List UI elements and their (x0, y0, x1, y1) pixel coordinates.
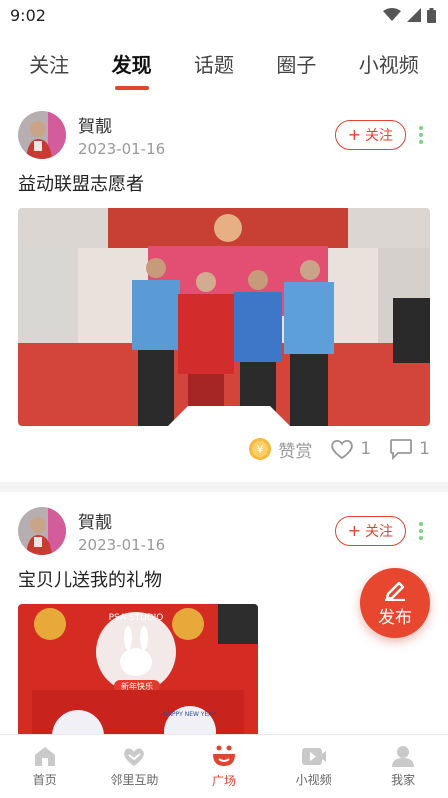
nav-label: 邻里互助 (110, 773, 159, 787)
photo-text-badge: 新年快乐 (121, 681, 153, 691)
follow-label: 关注 (365, 128, 393, 144)
status-icons (383, 7, 436, 23)
post-meta: 賀靓 2023-01-16 (78, 112, 335, 158)
plus-icon: + (347, 125, 361, 144)
reward-button[interactable]: ¥ 赞赏 (248, 437, 312, 462)
nav-square[interactable]: 广场 (184, 744, 264, 789)
status-bar: 9:02 (0, 0, 448, 30)
nav-neighbor-help[interactable]: 邻里互助 (94, 745, 174, 788)
post-date: 2023-01-16 (78, 536, 166, 554)
post-date: 2023-01-16 (78, 140, 166, 158)
nav-label: 首页 (32, 773, 57, 787)
heart-icon (331, 439, 354, 460)
signal-icon (407, 8, 421, 22)
post-actions: ¥ 赞赏 1 1 (18, 426, 430, 472)
reward-label: 赞赏 (278, 441, 313, 462)
bottom-nav: 首页 邻里互助 广场 小视频 我家 (0, 734, 448, 798)
publish-button[interactable]: 发布 (360, 568, 430, 638)
home-icon (34, 747, 55, 766)
post-photo[interactable] (18, 208, 430, 426)
plus-icon: + (347, 521, 361, 540)
post-header: 賀靓 2023-01-16 + 关注 (18, 506, 430, 556)
status-time: 9:02 (10, 5, 46, 25)
nav-label: 广场 (211, 774, 236, 788)
tab-discover[interactable]: 发现 (110, 45, 154, 82)
post-username[interactable]: 賀靓 (78, 112, 335, 137)
follow-button[interactable]: + 关注 (334, 516, 406, 546)
publish-label: 发布 (378, 607, 412, 628)
app-screen: 9:02 关注 发现 话题 圈子 小视频 賀靓 2023-01-16 + 关注 … (0, 0, 448, 798)
nav-home[interactable]: 首页 (5, 745, 85, 788)
feed-list[interactable]: 賀靓 2023-01-16 + 关注 益动联盟志愿者 ¥ 赞赏 1 1 賀靓 2… (0, 96, 448, 734)
nav-my-home[interactable]: 我家 (363, 745, 443, 788)
svg-text:¥: ¥ (257, 443, 264, 456)
more-options-icon[interactable] (412, 522, 430, 540)
post-title: 益动联盟志愿者 (18, 174, 144, 195)
post-photo[interactable]: PSA STUDIO 新年快乐 HAPPY NEW YEAR (18, 604, 258, 734)
post-username[interactable]: 賀靓 (78, 508, 335, 533)
like-count: 1 (360, 439, 372, 459)
comment-button[interactable]: 1 (389, 438, 430, 460)
person-icon (392, 746, 415, 767)
nav-label: 小视频 (295, 773, 332, 787)
more-options-icon[interactable] (412, 126, 430, 144)
photo-text-top: PSA STUDIO (109, 613, 164, 623)
follow-button[interactable]: + 关注 (334, 120, 406, 150)
avatar[interactable] (18, 111, 66, 159)
nav-label: 我家 (391, 773, 416, 787)
nav-short-video[interactable]: 小视频 (274, 745, 354, 788)
avatar[interactable] (18, 507, 66, 555)
post-meta: 賀靓 2023-01-16 (78, 508, 335, 554)
comment-icon (390, 439, 413, 460)
video-icon (301, 748, 326, 765)
tab-short-video[interactable]: 小视频 (357, 45, 421, 82)
post-header: 賀靓 2023-01-16 + 关注 (18, 110, 430, 160)
square-bowl-icon (212, 745, 235, 766)
follow-label: 关注 (365, 524, 393, 540)
battery-icon (427, 7, 436, 23)
coin-icon: ¥ (249, 438, 272, 460)
tab-follow[interactable]: 关注 (27, 45, 71, 82)
top-tabs: 关注 发现 话题 圈子 小视频 (0, 30, 448, 96)
photo-text-tag: HAPPY NEW YEAR (163, 711, 216, 718)
wifi-icon (383, 8, 401, 21)
feed-post: 賀靓 2023-01-16 + 关注 益动联盟志愿者 ¥ 赞赏 1 1 (0, 96, 448, 482)
tab-circles[interactable]: 圈子 (274, 45, 318, 82)
like-button[interactable]: 1 (330, 438, 371, 460)
handshake-icon (124, 748, 145, 766)
comment-count: 1 (419, 439, 430, 459)
tab-topics[interactable]: 话题 (192, 45, 236, 82)
pencil-icon (385, 581, 405, 601)
